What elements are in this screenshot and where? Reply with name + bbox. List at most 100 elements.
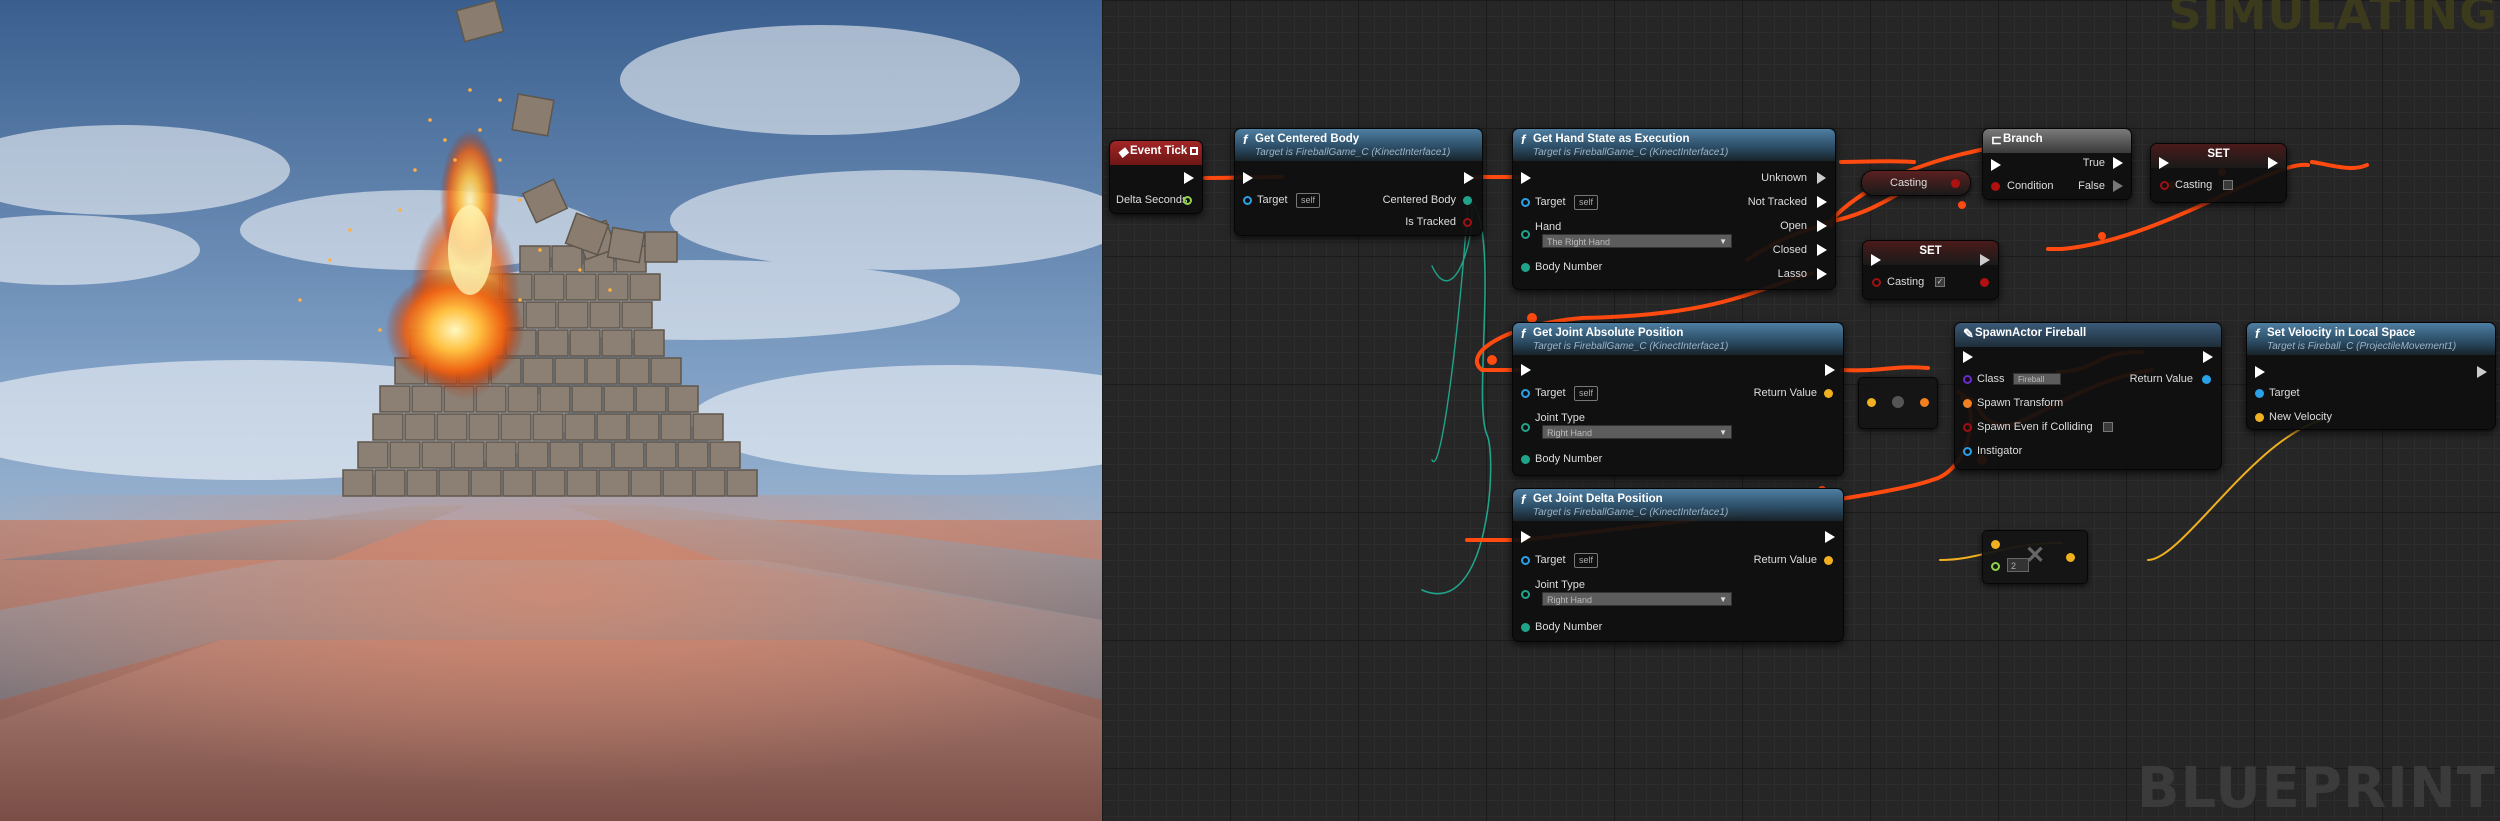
target-self-value[interactable]: self	[1574, 386, 1599, 401]
casting-checkbox[interactable]	[2223, 180, 2233, 190]
joint-type-pin[interactable]	[1521, 590, 1530, 599]
branch-node[interactable]: ⊏ Branch Condition True False	[1982, 128, 2132, 200]
brick	[500, 413, 532, 441]
brick	[694, 469, 726, 497]
set-casting-node-mid[interactable]: SET Casting ✓	[1862, 240, 1999, 300]
not-tracked-exec-pin[interactable]	[1817, 196, 1827, 208]
joint-type-dropdown[interactable]: Right Hand ▼	[1542, 592, 1732, 606]
lasso-exec-pin[interactable]	[1817, 268, 1827, 280]
brick	[598, 469, 630, 497]
multiply-node[interactable]: 2 ✕	[1982, 530, 2088, 584]
set-velocity-node[interactable]: f Set Velocity in Local Space Target is …	[2246, 322, 2496, 430]
exec-in-pin[interactable]	[2159, 157, 2169, 169]
delegate-pin-icon[interactable]	[1190, 147, 1198, 155]
exec-out-pin[interactable]	[1825, 531, 1835, 543]
false-exec-pin[interactable]	[2113, 180, 2123, 192]
casting-out-pin[interactable]	[1980, 278, 1989, 287]
body-number-pin[interactable]	[1521, 455, 1530, 464]
brick	[549, 441, 581, 469]
casting-getter-node[interactable]: Casting	[1861, 170, 1971, 196]
exec-out-pin[interactable]	[2203, 351, 2213, 363]
target-pin[interactable]	[1521, 198, 1530, 207]
spark	[328, 258, 332, 262]
brick	[525, 301, 557, 329]
exec-in-pin[interactable]	[1521, 364, 1531, 376]
target-pin[interactable]	[2255, 389, 2264, 398]
exec-out-pin[interactable]	[1184, 172, 1194, 184]
brick	[453, 441, 485, 469]
multiply-a-pin[interactable]	[1991, 540, 2000, 549]
spawn-even-pin[interactable]	[1963, 423, 1972, 432]
exec-in-pin[interactable]	[1521, 531, 1531, 543]
casting-getter-pin[interactable]	[1951, 179, 1960, 188]
target-pin[interactable]	[1243, 196, 1252, 205]
location-in-pin[interactable]	[1867, 398, 1876, 407]
exec-out-pin[interactable]	[1825, 364, 1835, 376]
blueprint-graph[interactable]: SIMULATING BLUEPRINT ◆ Event Tick Delta …	[1102, 0, 2500, 821]
exec-in-pin[interactable]	[1243, 172, 1253, 184]
spawn-actor-fireball-node[interactable]: ✎ SpawnActor Fireball Class Fireball Spa…	[1954, 322, 2222, 470]
joint-type-value: Right Hand	[1547, 595, 1593, 605]
new-velocity-pin[interactable]	[2255, 413, 2264, 422]
target-self-value[interactable]: self	[1574, 195, 1599, 210]
condition-pin[interactable]	[1991, 182, 2000, 191]
exec-out-pin[interactable]	[2477, 366, 2487, 378]
casting-pin[interactable]	[1872, 278, 1881, 287]
class-pin[interactable]	[1963, 375, 1972, 384]
target-pin[interactable]	[1521, 556, 1530, 565]
casting-checkbox[interactable]: ✓	[1935, 277, 1945, 287]
multiply-b-pin[interactable]	[1991, 562, 2000, 571]
exec-in-pin[interactable]	[1991, 159, 2001, 171]
return-value-pin[interactable]	[1824, 556, 1833, 565]
exec-in-pin[interactable]	[2255, 366, 2265, 378]
exec-out-pin[interactable]	[1464, 172, 1474, 184]
brick	[628, 413, 660, 441]
target-self-value[interactable]: self	[1574, 553, 1599, 568]
target-pin[interactable]	[1521, 389, 1530, 398]
return-value-pin[interactable]	[2202, 375, 2211, 384]
spark	[453, 158, 457, 162]
branch-icon: ⊏	[1991, 132, 2002, 147]
exec-out-pin[interactable]	[1980, 254, 1990, 266]
make-transform-node[interactable]	[1858, 377, 1938, 429]
get-joint-absolute-position-node[interactable]: f Get Joint Absolute Position Target is …	[1512, 322, 1844, 476]
instigator-pin[interactable]	[1963, 447, 1972, 456]
get-hand-state-node[interactable]: f Get Hand State as Execution Target is …	[1512, 128, 1836, 290]
target-self-value[interactable]: self	[1296, 193, 1321, 208]
event-tick-node[interactable]: ◆ Event Tick Delta Seconds	[1109, 140, 1203, 214]
body-number-pin[interactable]	[1521, 263, 1530, 272]
closed-exec-pin[interactable]	[1817, 244, 1827, 256]
class-picker[interactable]: Fireball	[2013, 373, 2061, 385]
spawn-even-checkbox[interactable]	[2103, 422, 2113, 432]
return-value-pin[interactable]	[1824, 389, 1833, 398]
class-label: Class	[1977, 373, 2005, 385]
game-viewport[interactable]	[0, 0, 1102, 821]
body-number-pin[interactable]	[1521, 623, 1530, 632]
open-exec-pin[interactable]	[1817, 220, 1827, 232]
brick	[372, 413, 404, 441]
transform-out-pin[interactable]	[1920, 398, 1929, 407]
exec-in-pin[interactable]	[1871, 254, 1881, 266]
exec-in-pin[interactable]	[1963, 351, 1973, 363]
joint-type-dropdown[interactable]: Right Hand ▼	[1542, 425, 1732, 439]
set-casting-node-top[interactable]: SET Casting	[2150, 143, 2287, 203]
true-exec-pin[interactable]	[2113, 157, 2123, 169]
get-joint-delta-position-node[interactable]: f Get Joint Delta Position Target is Fir…	[1512, 488, 1844, 642]
exec-in-pin[interactable]	[1521, 172, 1531, 184]
hand-dropdown[interactable]: The Right Hand ▼	[1542, 234, 1732, 248]
conversion-icon	[1892, 396, 1904, 408]
delta-seconds-pin[interactable]	[1183, 196, 1192, 205]
hand-pin[interactable]	[1521, 230, 1530, 239]
get-centered-body-node[interactable]: f Get Centered Body Target is FireballGa…	[1234, 128, 1483, 236]
lasso-label: Lasso	[1777, 268, 1807, 280]
casting-pin[interactable]	[2160, 181, 2169, 190]
is-tracked-pin[interactable]	[1463, 218, 1472, 227]
spawn-transform-pin[interactable]	[1963, 399, 1972, 408]
brick	[726, 469, 758, 497]
unknown-exec-pin[interactable]	[1817, 172, 1827, 184]
centered-body-pin[interactable]	[1463, 196, 1472, 205]
brick	[667, 385, 699, 413]
joint-type-pin[interactable]	[1521, 423, 1530, 432]
multiply-out-pin[interactable]	[2066, 553, 2075, 562]
exec-out-pin[interactable]	[2268, 157, 2278, 169]
